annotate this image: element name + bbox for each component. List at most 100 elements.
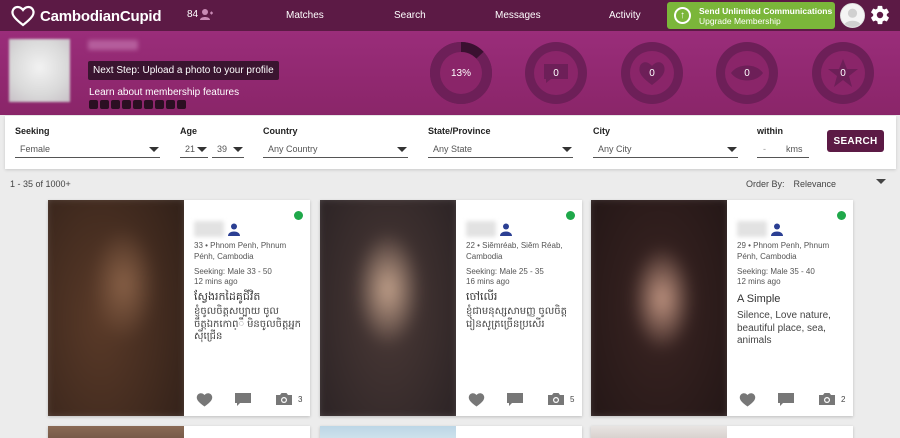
- upgrade-title: Send Unlimited Communications: [699, 5, 833, 16]
- profile-completion-stat[interactable]: 13%: [430, 42, 492, 104]
- profile-card[interactable]: [48, 426, 310, 438]
- profile-photo[interactable]: [320, 200, 456, 416]
- profile-photo[interactable]: [48, 426, 184, 438]
- person-icon: [771, 223, 783, 236]
- nav-search[interactable]: Search: [394, 10, 426, 21]
- about-text: ខ្ញុំចូលចិត្តសប្បាយ ចូលចិត្តឯកកោព្ឹ មិនច…: [194, 306, 302, 342]
- gear-icon[interactable]: [869, 4, 891, 26]
- seeking-text: Seeking: Male 25 - 35: [466, 267, 544, 276]
- username-blurred[interactable]: [194, 221, 224, 237]
- chevron-down-icon: [233, 147, 243, 152]
- country-value: Any Country: [268, 144, 318, 154]
- profile-photo[interactable]: [591, 200, 727, 416]
- profile-photo[interactable]: [48, 200, 184, 416]
- headline: ស្វែងរកដៃគូជីវិត: [194, 291, 261, 303]
- state-field: State/Province Any State: [428, 126, 573, 158]
- completion-value: 13%: [450, 67, 471, 79]
- chevron-down-icon[interactable]: [876, 179, 886, 184]
- views-count: 0: [744, 67, 750, 79]
- country-field: Country Any Country: [263, 126, 408, 158]
- username-blurred[interactable]: [737, 221, 767, 237]
- views-stat[interactable]: 0: [716, 42, 778, 104]
- within-label: within: [757, 126, 783, 136]
- profile-info: 29 • Phnom Penh, Phnum Pénh, Cambodia Se…: [733, 200, 853, 416]
- seeking-select[interactable]: Female: [15, 141, 160, 158]
- headline: ចៅលើរ: [466, 291, 498, 303]
- chevron-down-icon: [727, 147, 737, 152]
- heart-icon[interactable]: [196, 392, 213, 407]
- wand-icon: [177, 100, 186, 109]
- heart-icon[interactable]: [739, 392, 756, 407]
- message-icon[interactable]: [234, 392, 252, 407]
- photo-count: 5: [570, 395, 575, 404]
- seeking-text: Seeking: Male 33 - 50: [194, 267, 272, 276]
- nav-matches[interactable]: Matches: [286, 10, 324, 21]
- card-actions: 3: [194, 392, 306, 408]
- site-logo[interactable]: CambodianCupid: [10, 4, 162, 28]
- country-select[interactable]: Any Country: [263, 141, 408, 158]
- user-avatar[interactable]: [840, 3, 865, 28]
- distance-input[interactable]: - kms: [757, 141, 809, 158]
- person-icon: [228, 223, 240, 236]
- avatar-placeholder-icon: [841, 4, 864, 27]
- profile-card[interactable]: 22 • Siĕmréab, Siĕm Réab, Cambodia Seeki…: [320, 200, 582, 416]
- chevron-down-icon: [397, 147, 407, 152]
- card-actions: 2: [737, 392, 849, 408]
- age-max-select[interactable]: 39: [212, 141, 244, 158]
- order-by[interactable]: Order By: Relevance: [746, 179, 836, 189]
- next-step-tooltip[interactable]: Next Step: Upload a photo to your profil…: [88, 61, 279, 80]
- within-field: within - kms: [757, 126, 809, 158]
- message-icon[interactable]: [506, 392, 524, 407]
- location: 22 • Siĕmréab, Siĕm Réab, Cambodia: [466, 241, 563, 261]
- city-field: City Any City: [593, 126, 738, 158]
- people-icon: [200, 9, 214, 20]
- profile-photo-placeholder[interactable]: [9, 39, 70, 102]
- online-indicator: [294, 211, 303, 220]
- distance-unit: kms: [786, 144, 803, 154]
- heart-icon[interactable]: [468, 392, 485, 407]
- nav-messages[interactable]: Messages: [495, 10, 541, 21]
- favorites-stat[interactable]: 0: [812, 42, 874, 104]
- hand-icon: [111, 100, 120, 109]
- likes-count: 0: [649, 67, 655, 79]
- nav-activity[interactable]: Activity: [609, 10, 641, 21]
- city-select[interactable]: Any City: [593, 141, 738, 158]
- profile-photo[interactable]: [591, 426, 727, 438]
- message-icon[interactable]: [777, 392, 795, 407]
- search-button[interactable]: SEARCH: [827, 130, 884, 152]
- lock-icon: [100, 100, 109, 109]
- card-actions: 5: [466, 392, 578, 408]
- likes-stat[interactable]: 0: [621, 42, 683, 104]
- upgrade-button[interactable]: ↑ Send Unlimited Communications Upgrade …: [667, 2, 835, 29]
- city-label: City: [593, 126, 611, 136]
- notifications[interactable]: 84: [187, 8, 214, 21]
- age-min-value: 21: [185, 144, 196, 154]
- notification-count: 84: [187, 9, 199, 20]
- profile-card[interactable]: 33 • Phnom Penh, Phnum Pénh, Cambodia Se…: [48, 200, 310, 416]
- smile-icon: [144, 100, 153, 109]
- seeking-text: Seeking: Male 35 - 40: [737, 267, 815, 276]
- profile-card[interactable]: 29 • Phnom Penh, Phnum Pénh, Cambodia Se…: [591, 200, 853, 416]
- profile-photo[interactable]: [320, 426, 456, 438]
- age-field: Age 21 39: [180, 126, 245, 158]
- state-select[interactable]: Any State: [428, 141, 573, 158]
- username-blurred[interactable]: [466, 221, 496, 237]
- age-min-select[interactable]: 21: [180, 141, 208, 158]
- learn-membership-link[interactable]: Learn about membership features: [89, 87, 239, 98]
- chat-icon: [89, 100, 98, 109]
- online-indicator: [837, 211, 846, 220]
- age-label: Age: [180, 126, 198, 136]
- camera-icon[interactable]: [818, 392, 836, 406]
- profile-card[interactable]: [591, 426, 853, 438]
- top-navigation: CambodianCupid 84 Matches Search Message…: [0, 0, 900, 31]
- messages-stat[interactable]: 0: [525, 42, 587, 104]
- camera-icon[interactable]: [547, 392, 565, 406]
- profile-card[interactable]: [320, 426, 582, 438]
- site-name: CambodianCupid: [40, 7, 162, 25]
- location: 29 • Phnom Penh, Phnum Pénh, Cambodia: [737, 241, 830, 261]
- seeking-label: Seeking: [15, 126, 50, 136]
- search-panel: Seeking Female Age 21 39 Country Any Cou…: [5, 116, 896, 169]
- camera-icon[interactable]: [275, 392, 293, 406]
- profile-band: Next Step: Upload a photo to your profil…: [0, 31, 900, 115]
- heart-logo-icon: [11, 5, 35, 27]
